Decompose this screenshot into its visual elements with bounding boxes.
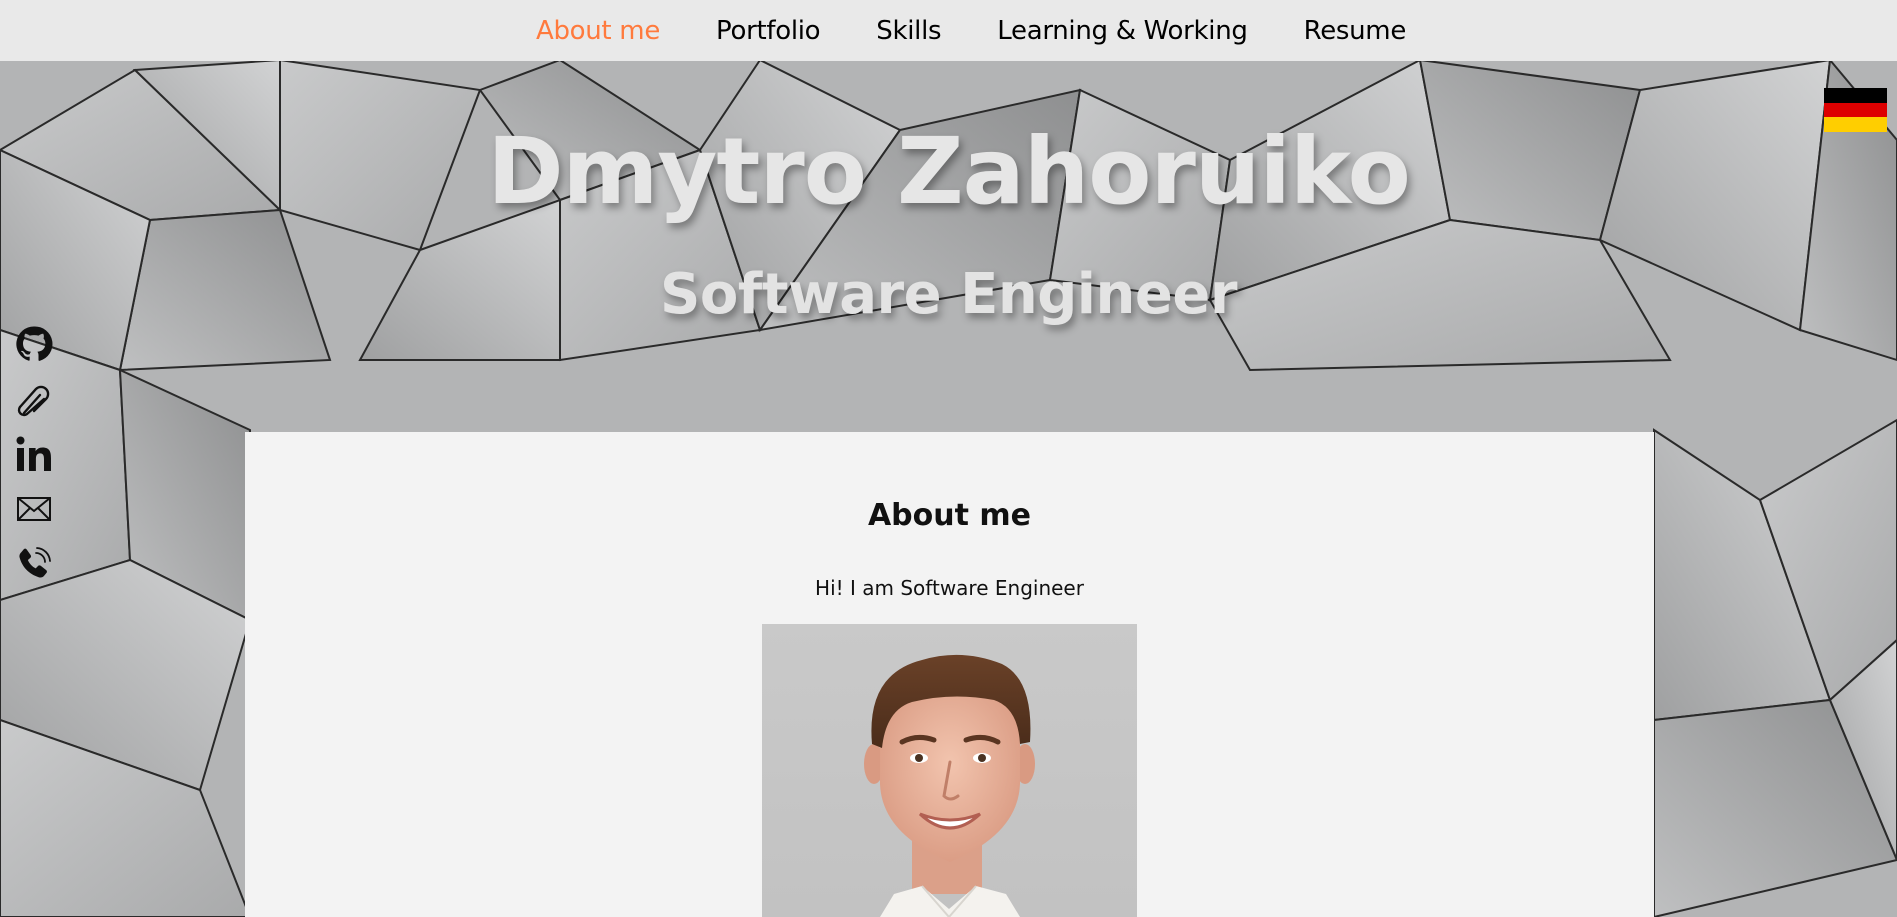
nav-item-resume[interactable]: Resume xyxy=(1304,16,1407,46)
section-title: About me xyxy=(867,498,1032,533)
hero-title: Software Engineer xyxy=(660,262,1237,327)
profile-photo-illustration xyxy=(864,654,1035,917)
german-flag-icon[interactable] xyxy=(1824,88,1887,132)
about-section: About me Hi! I am Software Engineer xyxy=(245,432,1654,917)
top-navigation: About me Portfolio Skills Learning & Wor… xyxy=(0,0,1897,61)
nav-item-learning-working[interactable]: Learning & Working xyxy=(997,16,1248,46)
social-links xyxy=(12,324,56,599)
nav-item-portfolio[interactable]: Portfolio xyxy=(716,16,821,46)
github-icon[interactable] xyxy=(14,324,54,364)
nav-list: About me Portfolio Skills Learning & Wor… xyxy=(508,0,1434,61)
profile-photo xyxy=(762,624,1137,917)
hero-name: Dmytro Zahoruiko xyxy=(487,118,1411,225)
nav-item-skills[interactable]: Skills xyxy=(876,16,941,46)
intro-text: Hi! I am Software Engineer xyxy=(815,576,1084,600)
linkedin-icon[interactable] xyxy=(14,434,54,474)
link-icon[interactable] xyxy=(14,379,54,419)
email-icon[interactable] xyxy=(14,489,54,529)
nav-item-about-me[interactable]: About me xyxy=(536,16,660,46)
phone-icon[interactable] xyxy=(14,544,54,584)
